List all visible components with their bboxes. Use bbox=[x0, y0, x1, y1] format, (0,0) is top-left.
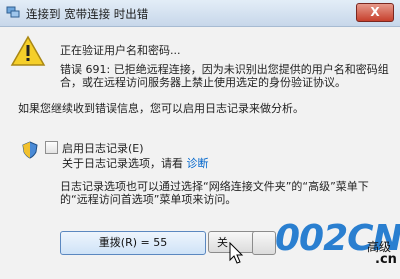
window-title: 连接到 宽带连接 时出错 bbox=[26, 7, 149, 21]
error-dialog: 连接到 宽带连接 时出错 X 正在验证用户名和密码... 错误 691: 已拒绝… bbox=[0, 0, 400, 279]
network-icon bbox=[6, 6, 20, 18]
description-text: 日志记录选项也可以通过选择“网络连接文件夹”的“高级”菜单下的“远程访问首选项”… bbox=[60, 180, 369, 206]
cursor-icon bbox=[229, 242, 244, 264]
about-logging-text: 关于日志记录选项，请看 bbox=[62, 157, 183, 170]
window-close-button[interactable]: X bbox=[356, 3, 394, 22]
status-text: 正在验证用户名和密码... bbox=[60, 44, 181, 57]
about-logging-row: 关于日志记录选项，请看 诊断 bbox=[62, 155, 209, 171]
title-bar: 连接到 宽带连接 时出错 X bbox=[0, 0, 400, 27]
enable-logging-checkbox[interactable] bbox=[45, 141, 58, 154]
shield-icon bbox=[22, 141, 38, 159]
hint-text: 如果您继续收到错误信息，您可以启用日志记录来做分析。 bbox=[18, 102, 304, 115]
diagnose-link[interactable]: 诊断 bbox=[187, 157, 209, 170]
enable-logging-label: 启用日志记录(E) bbox=[62, 142, 144, 155]
redial-button[interactable]: 重拨(R) = 55 bbox=[60, 231, 206, 255]
warning-icon bbox=[10, 35, 46, 66]
error-message: 错误 691: 已拒绝远程连接，因为未识别出您提供的用户名和密码组合，或在远程访… bbox=[60, 63, 389, 89]
watermark-tld: .cn bbox=[375, 252, 397, 267]
more-button[interactable] bbox=[252, 231, 276, 255]
watermark: 002CN 高级 .cn bbox=[275, 212, 400, 279]
